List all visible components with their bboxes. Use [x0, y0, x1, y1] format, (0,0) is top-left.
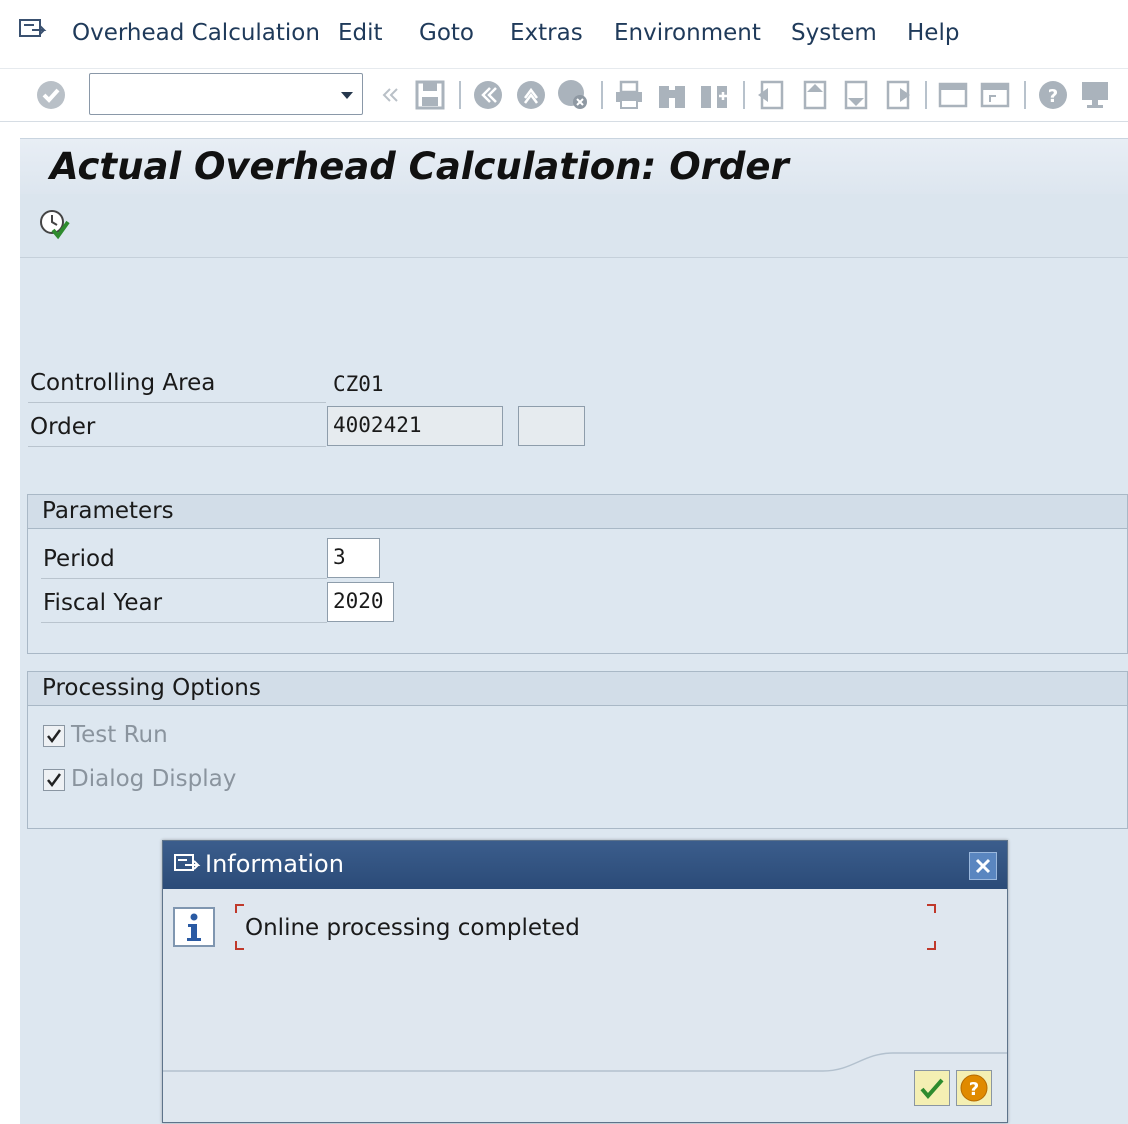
- test-run-checkbox[interactable]: [43, 725, 65, 747]
- order-value: 4002421: [333, 413, 422, 437]
- dialog-title: Information: [205, 850, 344, 878]
- dialog-display-label: Dialog Display: [71, 766, 237, 792]
- menu-goto[interactable]: Goto: [419, 20, 474, 46]
- dialog-message: Online processing completed: [245, 915, 580, 941]
- bracket-corner: [927, 904, 936, 913]
- last-page-icon[interactable]: [880, 78, 914, 112]
- period-field[interactable]: 3: [327, 538, 380, 578]
- check-icon: [920, 1078, 944, 1100]
- command-field[interactable]: [89, 73, 363, 115]
- label-underline: [41, 578, 327, 579]
- print-icon[interactable]: [612, 78, 646, 112]
- dialog-title-bar: Information: [163, 841, 1007, 889]
- fiscal-year-label: Fiscal Year: [43, 590, 163, 616]
- label-underline: [41, 622, 327, 623]
- test-run-label: Test Run: [71, 722, 168, 748]
- previous-page-icon[interactable]: [797, 78, 831, 112]
- back-icon[interactable]: [471, 78, 505, 112]
- svg-text:?: ?: [1048, 86, 1058, 107]
- label-underline: [28, 402, 326, 403]
- exit-icon[interactable]: [514, 78, 548, 112]
- save-icon[interactable]: [413, 78, 447, 112]
- menu-edit[interactable]: Edit: [338, 20, 383, 46]
- parameters-header: Parameters: [28, 495, 1127, 529]
- application-toolbar: [20, 194, 1128, 258]
- svg-text:?: ?: [969, 1079, 979, 1100]
- help-icon[interactable]: ?: [1036, 78, 1070, 112]
- bracket-corner: [235, 941, 244, 950]
- processing-options-header: Processing Options: [28, 672, 1127, 706]
- parameters-title: Parameters: [42, 498, 174, 524]
- fiscal-year-field[interactable]: 2020: [327, 582, 394, 622]
- bracket-corner: [927, 941, 936, 950]
- menu-icon: [174, 854, 201, 871]
- menu-bar: Overhead Calculation Edit Goto Extras En…: [0, 0, 1128, 68]
- menu-help[interactable]: Help: [907, 20, 959, 46]
- toolbar-separator: [925, 81, 927, 109]
- toolbar-separator: [459, 81, 461, 109]
- check-mark-icon: [47, 729, 62, 744]
- controlling-area-label: Controlling Area: [30, 370, 216, 396]
- menu-system[interactable]: System: [791, 20, 877, 46]
- close-icon: [975, 858, 991, 874]
- label-underline: [28, 446, 326, 447]
- processing-options-group: Processing Options: [27, 671, 1128, 829]
- next-page-icon[interactable]: [838, 78, 872, 112]
- menu-environment[interactable]: Environment: [614, 20, 761, 46]
- check-mark-icon: [47, 773, 62, 788]
- controlling-area-value: CZ01: [333, 372, 384, 396]
- processing-options-title: Processing Options: [42, 675, 261, 701]
- standard-toolbar: ?: [0, 68, 1128, 122]
- confirm-button[interactable]: [914, 1070, 950, 1106]
- page-title: Actual Overhead Calculation: Order: [50, 145, 789, 188]
- check-icon[interactable]: [34, 78, 68, 112]
- toolbar-separator: [743, 81, 745, 109]
- cancel-icon[interactable]: [556, 78, 590, 112]
- information-dialog: Information Online processing completed …: [162, 840, 1008, 1123]
- info-icon: [173, 907, 215, 947]
- period-label: Period: [43, 546, 115, 572]
- customize-layout-icon[interactable]: [1078, 78, 1112, 112]
- help-icon: ?: [960, 1074, 988, 1102]
- order-label: Order: [30, 414, 96, 440]
- order-field[interactable]: 4002421: [327, 406, 503, 446]
- fiscal-year-value: 2020: [333, 589, 384, 613]
- dialog-close-button[interactable]: [969, 852, 997, 880]
- first-page-icon[interactable]: [754, 78, 788, 112]
- shortcut-icon[interactable]: [978, 78, 1012, 112]
- chevron-down-icon[interactable]: [338, 86, 356, 104]
- menu-extras[interactable]: Extras: [510, 20, 583, 46]
- find-icon[interactable]: [655, 78, 689, 112]
- menu-overhead-calculation[interactable]: Overhead Calculation: [72, 20, 320, 46]
- menu-icon[interactable]: [18, 18, 48, 42]
- title-bar: Actual Overhead Calculation: Order: [20, 138, 1128, 194]
- parameters-group: Parameters: [27, 494, 1128, 654]
- create-session-icon[interactable]: [936, 78, 970, 112]
- bracket-corner: [235, 904, 244, 913]
- help-button[interactable]: ?: [956, 1070, 992, 1106]
- dialog-display-checkbox[interactable]: [43, 769, 65, 791]
- order-extra-field[interactable]: [518, 406, 585, 446]
- command-input[interactable]: [94, 75, 330, 113]
- execute-clock-icon[interactable]: [38, 208, 70, 240]
- dialog-footer-divider: [163, 1052, 1007, 1072]
- period-value: 3: [333, 545, 346, 569]
- toolbar-separator: [1024, 81, 1026, 109]
- double-chevron-left-icon[interactable]: [374, 78, 408, 112]
- toolbar-separator: [601, 81, 603, 109]
- find-next-icon[interactable]: [697, 78, 731, 112]
